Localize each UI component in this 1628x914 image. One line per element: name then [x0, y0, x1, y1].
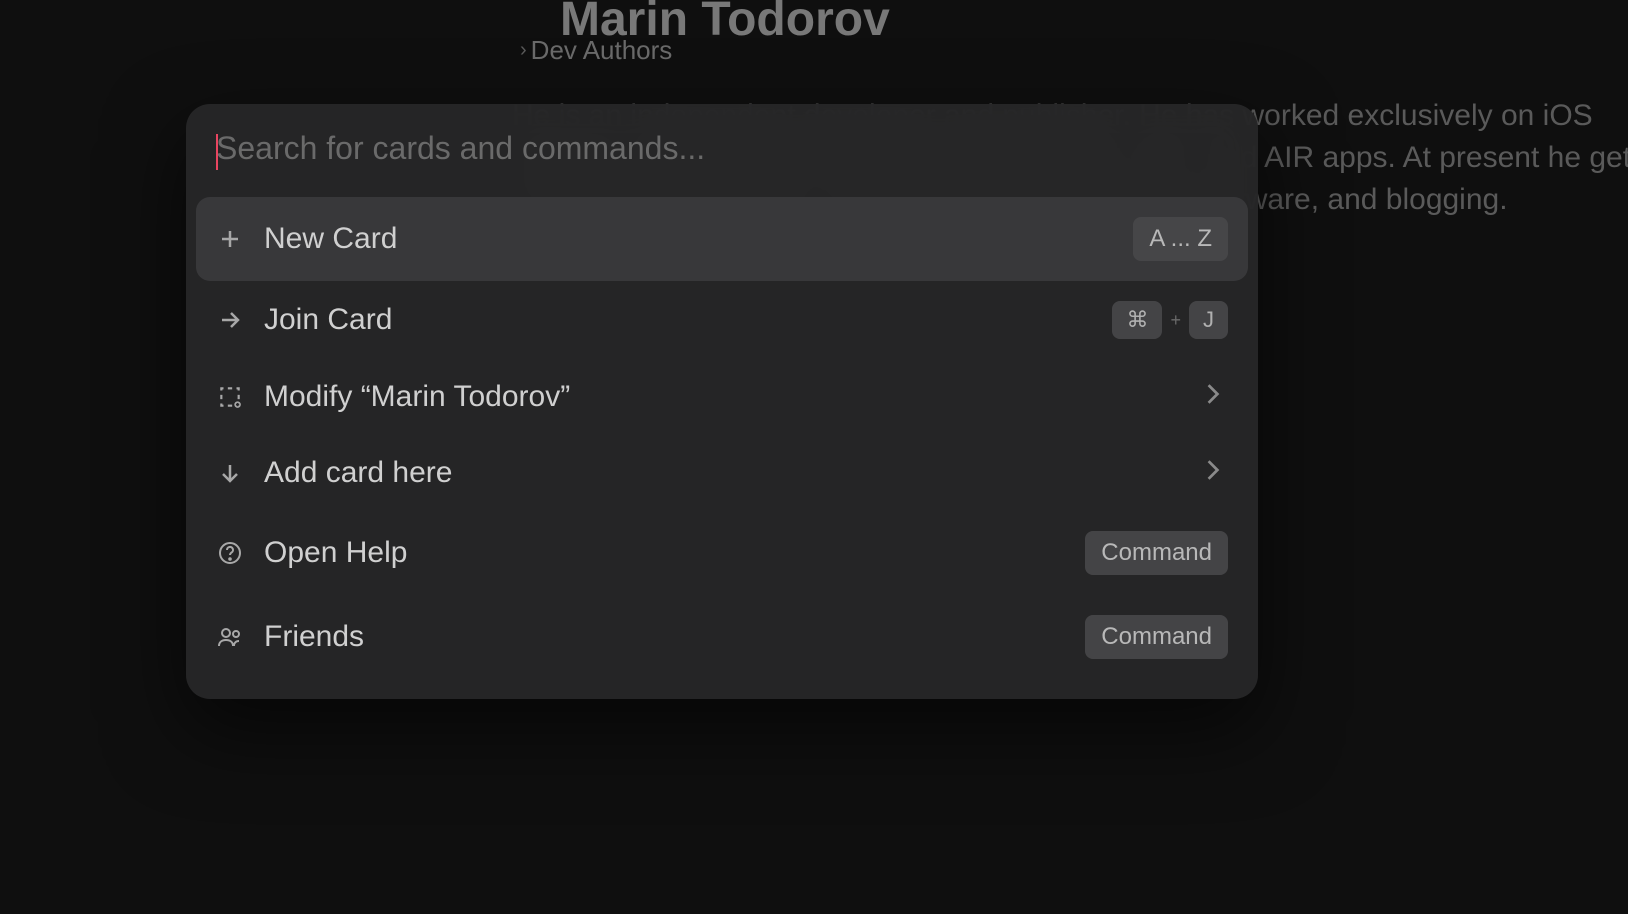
command-shortcut: ⌘ + J — [1112, 301, 1228, 339]
plus-icon — [216, 225, 244, 253]
search-input-wrapper — [186, 104, 1258, 187]
command-label: Join Card — [264, 303, 1092, 337]
shortcut-text: A ... Z — [1133, 217, 1228, 261]
command-label: New Card — [264, 222, 1113, 256]
chevron-right-icon: › — [520, 39, 527, 62]
command-open-help[interactable]: Open Help Command — [196, 511, 1248, 595]
shortcut-plus: + — [1170, 310, 1181, 331]
command-label: Friends — [264, 620, 1065, 654]
text-cursor — [216, 134, 218, 170]
command-label: Open Help — [264, 536, 1065, 570]
shortcut-badge: Command — [1085, 615, 1228, 659]
command-label: Add card here — [264, 456, 1186, 490]
shortcut-key-j: J — [1189, 301, 1228, 339]
command-shortcut: Command — [1085, 531, 1228, 575]
command-friends[interactable]: Friends Command — [196, 595, 1248, 679]
breadcrumb-label: Dev Authors — [531, 35, 673, 66]
help-icon — [216, 539, 244, 567]
command-shortcut: A ... Z — [1133, 217, 1228, 261]
command-modify[interactable]: Modify “Marin Todorov” — [196, 359, 1248, 435]
search-input[interactable] — [216, 130, 1228, 167]
command-join-card[interactable]: Join Card ⌘ + J — [196, 281, 1248, 359]
command-label: Modify “Marin Todorov” — [264, 380, 1186, 414]
shortcut-badge: Command — [1085, 531, 1228, 575]
chevron-right-icon — [1206, 383, 1228, 412]
command-list: New Card A ... Z Join Card ⌘ + J — [186, 187, 1258, 699]
arrow-down-icon — [216, 459, 244, 487]
chevron-right-icon — [1206, 459, 1228, 488]
command-palette: New Card A ... Z Join Card ⌘ + J — [186, 104, 1258, 699]
command-new-card[interactable]: New Card A ... Z — [196, 197, 1248, 281]
breadcrumb[interactable]: › Dev Authors — [520, 35, 672, 66]
modify-icon — [216, 383, 244, 411]
friends-icon — [216, 623, 244, 651]
arrow-right-icon — [216, 306, 244, 334]
command-shortcut: Command — [1085, 615, 1228, 659]
shortcut-key-cmd: ⌘ — [1112, 301, 1162, 339]
command-add-card-here[interactable]: Add card here — [196, 435, 1248, 511]
